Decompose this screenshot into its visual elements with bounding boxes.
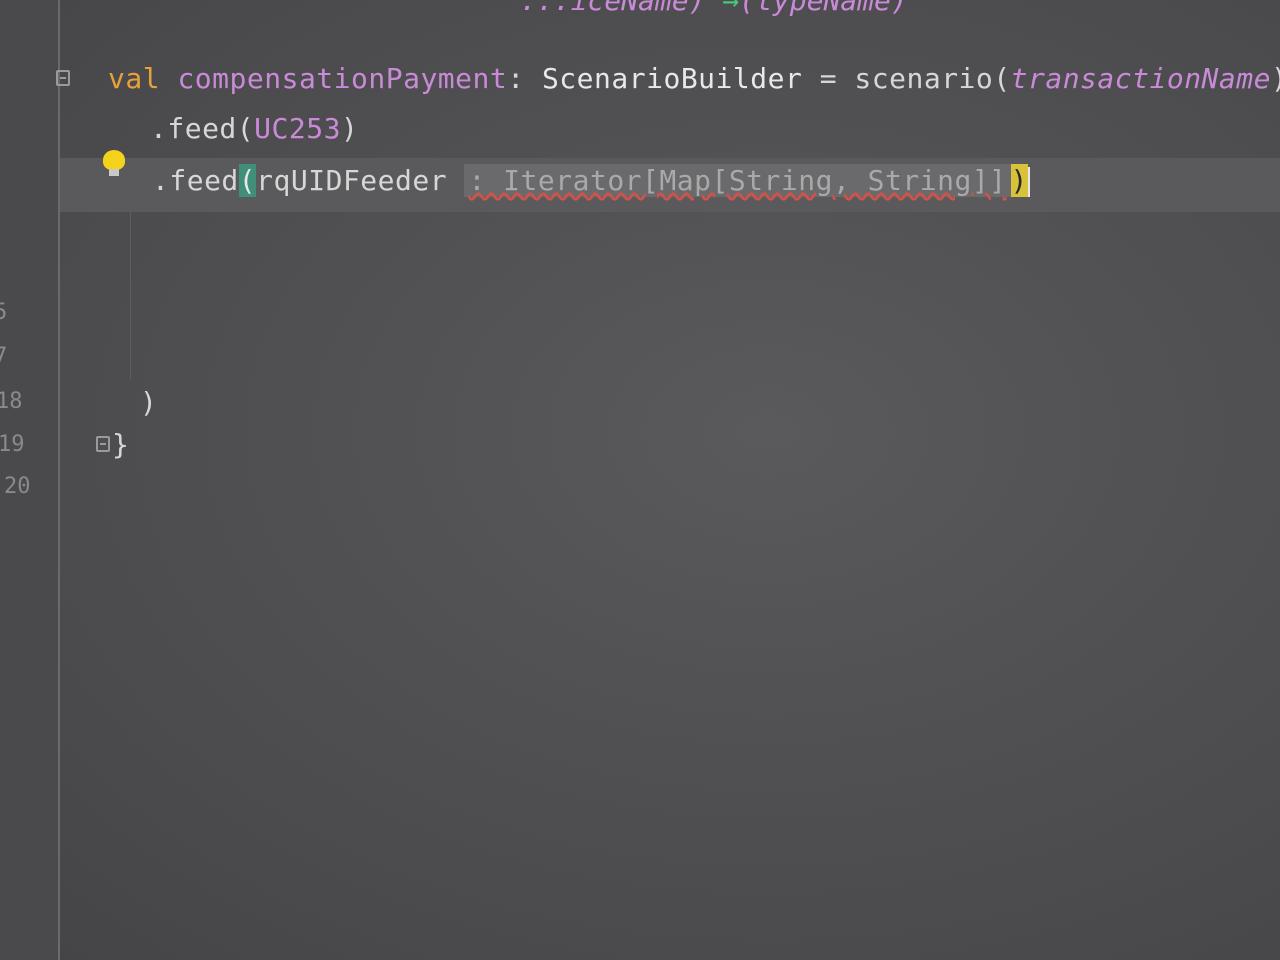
- line-number: 20: [4, 474, 31, 499]
- line-number: 7: [0, 344, 8, 369]
- line-number: 19: [0, 432, 25, 457]
- code-line-val-declaration[interactable]: val compensationPayment: ScenarioBuilder…: [108, 62, 1280, 95]
- code-line-feed-rquid[interactable]: .feed(rqUIDFeeder : Iterator[Map[String,…: [152, 164, 1030, 197]
- fold-icon[interactable]: [96, 436, 110, 452]
- line-number: 18: [0, 389, 23, 414]
- lightbulb-icon[interactable]: [103, 150, 125, 176]
- gutter-border: [58, 0, 60, 960]
- code-line-feed-uc253[interactable]: .feed(UC253): [150, 112, 358, 145]
- code-line-close-brace[interactable]: }: [112, 428, 129, 461]
- indent-guide: [130, 210, 131, 380]
- code-editor[interactable]: ...iceName) →(typeName) 5 7 18 19 20 val…: [0, 0, 1280, 960]
- type-inlay-hint: : Iterator[Map[String, String]]: [464, 164, 1011, 197]
- code-line-close-paren[interactable]: ): [140, 386, 157, 419]
- line-number: 5: [0, 300, 8, 325]
- text-caret: [1027, 167, 1030, 197]
- previous-code-fragment: ...iceName) →(typeName): [520, 0, 908, 17]
- fold-icon[interactable]: [56, 70, 70, 86]
